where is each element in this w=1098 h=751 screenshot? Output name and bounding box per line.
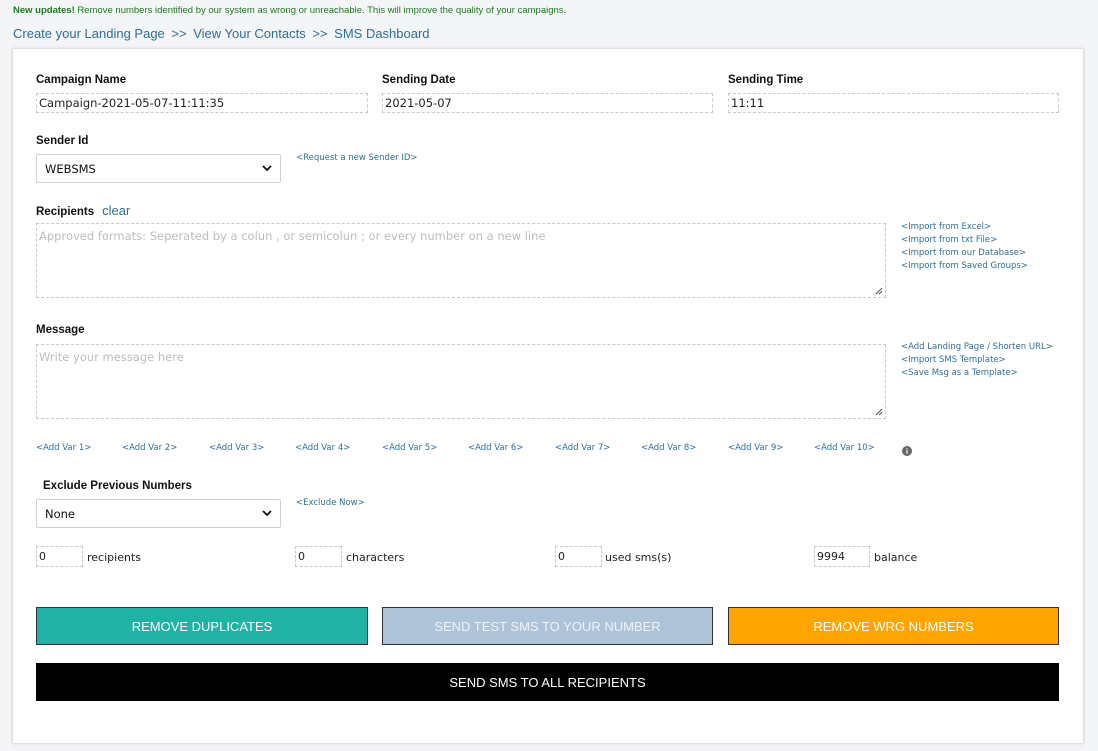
info-icon[interactable] bbox=[902, 446, 912, 456]
add-landing-page-link[interactable]: <Add Landing Page / Shorten URL> bbox=[901, 341, 1053, 354]
breadcrumb: Create your Landing Page >> View Your Co… bbox=[13, 26, 430, 41]
breadcrumb-separator: >> bbox=[312, 26, 328, 41]
sender-id-label: Sender Id bbox=[36, 135, 89, 147]
add-var-10-link[interactable]: <Add Var 10> bbox=[814, 443, 875, 453]
resize-grip-icon[interactable] bbox=[875, 287, 883, 295]
message-placeholder: Write your message here bbox=[39, 350, 184, 364]
exclude-select[interactable]: None bbox=[36, 499, 281, 528]
sender-id-select[interactable]: WEBSMS bbox=[36, 154, 281, 183]
save-template-link[interactable]: <Save Msg as a Template> bbox=[901, 367, 1053, 380]
recipients-count-label: recipients bbox=[87, 551, 141, 564]
update-notice: New updates! Remove numbers identified b… bbox=[13, 5, 566, 16]
recipients-count-field: 0 bbox=[36, 546, 83, 567]
import-groups-link[interactable]: <Import from Saved Groups> bbox=[901, 260, 1028, 273]
add-var-5-link[interactable]: <Add Var 5> bbox=[382, 443, 437, 453]
clear-recipients-link[interactable]: clear bbox=[102, 203, 130, 218]
used-sms-field: 0 bbox=[555, 546, 602, 567]
recipients-label: Recipients clear bbox=[36, 203, 130, 218]
send-test-sms-button[interactable]: SEND TEST SMS TO YOUR NUMBER bbox=[382, 607, 713, 645]
add-var-7-link[interactable]: <Add Var 7> bbox=[555, 443, 610, 453]
send-sms-all-button[interactable]: SEND SMS TO ALL RECIPIENTS bbox=[36, 663, 1059, 701]
notice-text: Remove numbers identified by our system … bbox=[77, 5, 567, 16]
sender-id-value: WEBSMS bbox=[45, 162, 96, 176]
add-var-4-link[interactable]: <Add Var 4> bbox=[295, 443, 350, 453]
exclude-label: Exclude Previous Numbers bbox=[43, 480, 192, 492]
breadcrumb-contacts[interactable]: View Your Contacts bbox=[193, 26, 306, 41]
message-label: Message bbox=[36, 324, 85, 336]
breadcrumb-landing-page[interactable]: Create your Landing Page bbox=[13, 26, 165, 41]
campaign-name-input[interactable]: Campaign-2021-05-07-11:11:35 bbox=[36, 93, 368, 113]
balance-field: 9994 bbox=[814, 546, 870, 567]
message-textarea[interactable]: Write your message here bbox=[36, 344, 886, 419]
characters-count-field: 0 bbox=[295, 546, 342, 567]
add-var-9-link[interactable]: <Add Var 9> bbox=[728, 443, 783, 453]
campaign-name-label: Campaign Name bbox=[36, 74, 127, 86]
add-var-8-link[interactable]: <Add Var 8> bbox=[641, 443, 696, 453]
recipients-label-text: Recipients bbox=[36, 206, 95, 218]
recipients-placeholder: Approved formats: Seperated by a colun ,… bbox=[39, 229, 546, 243]
chevron-down-icon bbox=[262, 165, 272, 172]
sending-time-label: Sending Time bbox=[728, 74, 804, 86]
chevron-down-icon bbox=[262, 510, 272, 517]
sending-date-input[interactable]: 2021-05-07 bbox=[382, 93, 713, 113]
remove-wrong-numbers-button[interactable]: REMOVE WRG NUMBERS bbox=[728, 607, 1059, 645]
breadcrumb-sms-dashboard[interactable]: SMS Dashboard bbox=[334, 26, 429, 41]
import-txt-link[interactable]: <Import from txt File> bbox=[901, 234, 1028, 247]
add-var-1-link[interactable]: <Add Var 1> bbox=[36, 443, 91, 453]
recipients-textarea[interactable]: Approved formats: Seperated by a colun ,… bbox=[36, 223, 886, 298]
add-var-6-link[interactable]: <Add Var 6> bbox=[468, 443, 523, 453]
message-links: <Add Landing Page / Shorten URL> <Import… bbox=[901, 341, 1053, 380]
add-var-2-link[interactable]: <Add Var 2> bbox=[122, 443, 177, 453]
import-sms-template-link[interactable]: <Import SMS Template> bbox=[901, 354, 1053, 367]
import-excel-link[interactable]: <Import from Excel> bbox=[901, 221, 1028, 234]
used-sms-label: used sms(s) bbox=[605, 551, 672, 564]
sending-date-label: Sending Date bbox=[382, 74, 456, 86]
balance-label: balance bbox=[874, 551, 918, 564]
notice-bold: New updates! bbox=[13, 5, 75, 16]
add-var-3-link[interactable]: <Add Var 3> bbox=[209, 443, 264, 453]
remove-duplicates-button[interactable]: REMOVE DUPLICATES bbox=[36, 607, 368, 645]
campaign-form-card: Campaign Name Campaign-2021-05-07-11:11:… bbox=[13, 49, 1083, 743]
import-links: <Import from Excel> <Import from txt Fil… bbox=[901, 221, 1028, 273]
exclude-now-link[interactable]: <Exclude Now> bbox=[296, 498, 365, 508]
resize-grip-icon[interactable] bbox=[875, 408, 883, 416]
sending-time-input[interactable]: 11:11 bbox=[728, 93, 1059, 113]
import-database-link[interactable]: <Import from our Database> bbox=[901, 247, 1028, 260]
request-sender-id-link[interactable]: <Request a new Sender ID> bbox=[296, 153, 418, 163]
exclude-value: None bbox=[45, 507, 76, 521]
breadcrumb-separator: >> bbox=[171, 26, 187, 41]
characters-count-label: characters bbox=[346, 551, 405, 564]
